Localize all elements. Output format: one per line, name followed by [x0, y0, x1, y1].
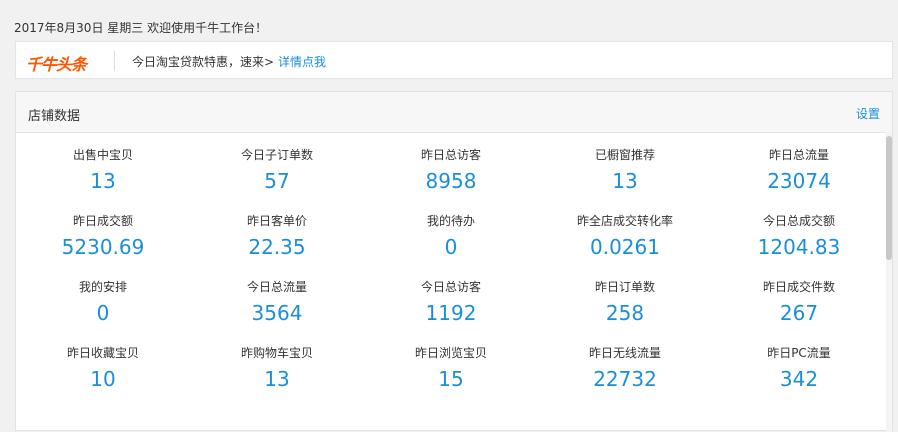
stat-item: 出售中宝贝 13: [16, 147, 190, 213]
headline-bar: 千牛头条 今日淘宝贷款特惠，速来> 详情点我: [15, 41, 893, 79]
stat-label: 出售中宝贝: [72, 148, 133, 162]
stat-value[interactable]: 23074: [712, 167, 886, 195]
scrollbar-thumb[interactable]: [886, 136, 892, 260]
stat-item: 今日总成交额 1204.83: [712, 213, 886, 279]
stat-value[interactable]: 0.0261: [538, 233, 712, 261]
stat-value[interactable]: 13: [190, 365, 364, 393]
stat-item: 我的待办 0: [364, 213, 538, 279]
stat-value[interactable]: 13: [16, 167, 190, 195]
stat-value[interactable]: 258: [538, 299, 712, 327]
stat-label: 昨日成交件数: [762, 280, 835, 294]
stat-label: 今日总流量: [246, 280, 307, 294]
panel-header: 店铺数据 设置: [16, 92, 892, 133]
stat-item: 已橱窗推荐 13: [538, 147, 712, 213]
stat-item: 昨购物车宝贝 13: [190, 345, 364, 411]
panel-title: 店铺数据: [28, 109, 81, 124]
stat-value[interactable]: 1204.83: [712, 233, 886, 261]
stat-item: 今日子订单数 57: [190, 147, 364, 213]
stat-label: 我的安排: [78, 280, 127, 294]
stat-item: 昨日收藏宝贝 10: [16, 345, 190, 411]
stat-label: 昨日总流量: [768, 148, 829, 162]
stat-item: 昨日订单数 258: [538, 279, 712, 345]
settings-link[interactable]: 设置: [856, 105, 880, 122]
stat-label: 昨日收藏宝贝: [66, 346, 139, 360]
stat-item: 今日总访客 1192: [364, 279, 538, 345]
stat-item: 昨日成交额 5230.69: [16, 213, 190, 279]
stat-value[interactable]: 8958: [364, 167, 538, 195]
stats-grid: 出售中宝贝 13 今日子订单数 57 昨日总访客 8958 已橱窗推荐 13 昨日总流量…: [16, 147, 886, 411]
stat-item: 昨日无线流量 22732: [538, 345, 712, 411]
stat-label: 昨日浏览宝贝: [414, 346, 487, 360]
stat-item: 昨日客单价 22.35: [190, 213, 364, 279]
stat-label: 昨购物车宝贝: [240, 346, 313, 360]
stat-value[interactable]: 342: [712, 365, 886, 393]
headline-logo: 千牛头条: [26, 55, 87, 74]
stat-value[interactable]: 1192: [364, 299, 538, 327]
stat-value[interactable]: 0: [364, 233, 538, 261]
stat-label: 昨日成交额: [72, 214, 133, 228]
stat-label: 昨日无线流量: [588, 346, 661, 360]
stat-value[interactable]: 267: [712, 299, 886, 327]
stat-label: 昨全店成交转化率: [576, 214, 673, 228]
stat-label: 今日子订单数: [240, 148, 313, 162]
stat-value[interactable]: 15: [364, 365, 538, 393]
headline-divider: [114, 51, 115, 71]
headline-text: 今日淘宝贷款特惠，速来>: [132, 55, 275, 69]
stat-value[interactable]: 22.35: [190, 233, 364, 261]
stat-label: 昨日总访客: [420, 148, 481, 162]
store-data-panel: 店铺数据 设置 出售中宝贝 13 今日子订单数 57 昨日总访客 8958 已橱窗推荐…: [15, 91, 893, 432]
stat-value[interactable]: 57: [190, 167, 364, 195]
stat-label: 昨日订单数: [594, 280, 655, 294]
stat-label: 昨日PC流量: [767, 346, 831, 360]
stat-value[interactable]: 0: [16, 299, 190, 327]
welcome-text: 2017年8月30日 星期三 欢迎使用千牛工作台！: [14, 21, 268, 35]
stat-label: 昨日客单价: [246, 214, 307, 228]
headline-detail-link[interactable]: 详情点我: [278, 53, 326, 70]
stat-value[interactable]: 22732: [538, 365, 712, 393]
stat-item: 昨日成交件数 267: [712, 279, 886, 345]
stat-value[interactable]: 3564: [190, 299, 364, 327]
stat-item: 昨日PC流量 342: [712, 345, 886, 411]
stat-item: 昨全店成交转化率 0.0261: [538, 213, 712, 279]
stat-value[interactable]: 10: [16, 365, 190, 393]
stat-label: 今日总访客: [420, 280, 481, 294]
stat-value[interactable]: 13: [538, 167, 712, 195]
stat-label: 今日总成交额: [762, 214, 835, 228]
stat-item: 昨日总访客 8958: [364, 147, 538, 213]
stat-item: 昨日浏览宝贝 15: [364, 345, 538, 411]
stat-value[interactable]: 5230.69: [16, 233, 190, 261]
stat-item: 今日总流量 3564: [190, 279, 364, 345]
stat-label: 我的待办: [426, 214, 475, 228]
stat-item: 我的安排 0: [16, 279, 190, 345]
stat-item: 昨日总流量 23074: [712, 147, 886, 213]
stat-label: 已橱窗推荐: [594, 148, 655, 162]
